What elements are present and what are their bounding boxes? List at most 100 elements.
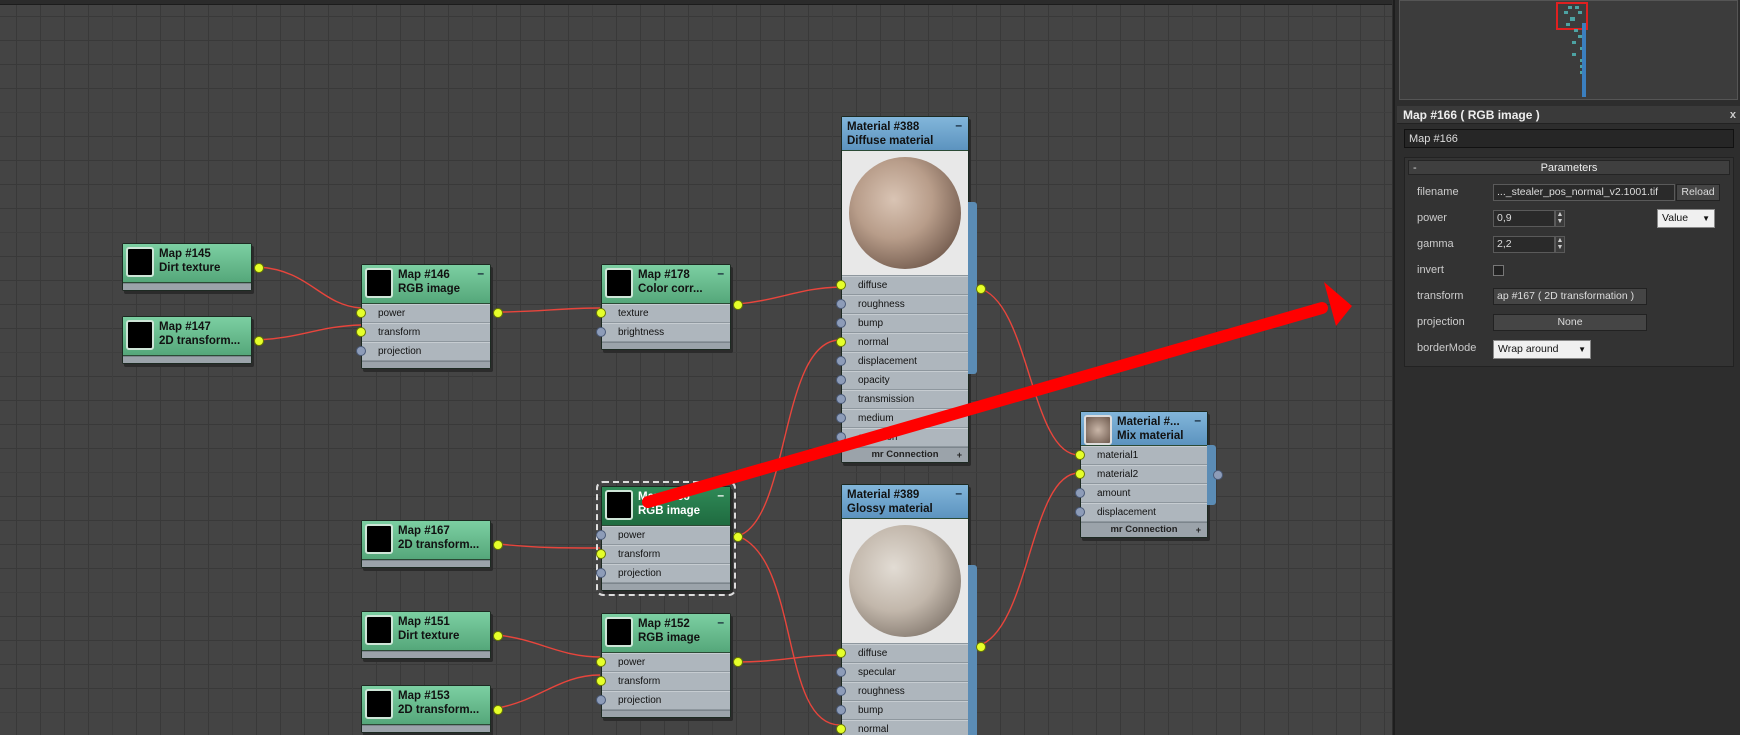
node-map-147[interactable]: Map #147 2D transform... [122, 316, 264, 364]
node-header[interactable]: Map #146 RGB image – [362, 265, 490, 304]
node-header[interactable]: Map #145 Dirt texture [123, 244, 251, 283]
output-socket[interactable] [493, 540, 503, 550]
node-header[interactable]: Map #151 Dirt texture [362, 612, 490, 651]
input-slot-transform[interactable]: transform [596, 672, 730, 691]
input-slot-normal[interactable]: normal [836, 720, 968, 735]
input-slot-power[interactable]: power [596, 526, 730, 545]
collapse-icon[interactable]: - [1413, 161, 1417, 176]
input-slot-diffuse[interactable]: diffuse [836, 644, 968, 663]
node-header[interactable]: Map #153 2D transform... [362, 686, 490, 725]
input-slot-brightness[interactable]: brightness [596, 323, 730, 342]
input-socket[interactable] [1075, 507, 1085, 517]
input-socket[interactable] [356, 327, 366, 337]
input-socket[interactable] [596, 308, 606, 318]
input-slot-roughness[interactable]: roughness [836, 682, 968, 701]
mr-connection-bar[interactable]: mr Connection + [842, 447, 968, 462]
input-socket[interactable] [596, 695, 606, 705]
collapse-button[interactable]: – [955, 118, 962, 132]
node-map-152[interactable]: Map #152 RGB image – power transform pro… [596, 613, 743, 718]
parameters-rollout-header[interactable]: - Parameters [1408, 160, 1730, 175]
input-slot-material1[interactable]: material1 [1075, 446, 1207, 465]
node-header[interactable]: Map #178 Color corr... – [602, 265, 730, 304]
input-slot-displacement[interactable]: displacement [1075, 503, 1207, 522]
projection-map-button[interactable]: None [1493, 314, 1647, 331]
bordermode-select[interactable]: Wrap around ▼ [1493, 340, 1591, 359]
collapse-button[interactable]: – [1194, 413, 1201, 427]
input-socket[interactable] [836, 413, 846, 423]
input-slot-bump[interactable]: bump [836, 314, 968, 333]
input-slot-texture[interactable]: texture [596, 304, 730, 323]
output-socket[interactable] [1213, 470, 1223, 480]
expand-icon[interactable]: + [1196, 523, 1201, 537]
input-slot-projection[interactable]: projection [596, 564, 730, 583]
invert-checkbox[interactable] [1493, 265, 1504, 276]
output-socket[interactable] [976, 284, 986, 294]
node-editor-canvas[interactable]: Map #145 Dirt texture Map #147 2D transf… [0, 0, 1392, 735]
input-socket[interactable] [836, 686, 846, 696]
node-map-178[interactable]: Map #178 Color corr... – texture brightn… [596, 264, 743, 350]
transform-map-button[interactable]: ap #167 ( 2D transformation ) [1493, 288, 1647, 305]
gamma-spinner[interactable]: ▲ ▼ [1555, 236, 1565, 253]
input-socket[interactable] [836, 318, 846, 328]
input-socket[interactable] [836, 724, 846, 734]
node-map-151[interactable]: Map #151 Dirt texture [361, 611, 503, 659]
node-header[interactable]: Map #166 RGB image – [602, 487, 730, 526]
node-mix-material[interactable]: Material #... Mix material – material1 m… [1075, 411, 1223, 538]
output-socket[interactable] [254, 263, 264, 273]
node-header[interactable]: Map #152 RGB image – [602, 614, 730, 653]
input-slot-amount[interactable]: amount [1075, 484, 1207, 503]
collapse-button[interactable]: – [717, 615, 724, 629]
input-slot-transform[interactable]: transform [596, 545, 730, 564]
input-socket[interactable] [836, 280, 846, 290]
input-slot-normal[interactable]: normal [836, 333, 968, 352]
input-socket[interactable] [596, 657, 606, 667]
expand-icon[interactable]: + [957, 448, 962, 462]
node-map-146[interactable]: Map #146 RGB image – power transform pro… [356, 264, 503, 369]
output-socket[interactable] [976, 642, 986, 652]
output-socket[interactable] [493, 631, 503, 641]
input-slot-opacity[interactable]: opacity [836, 371, 968, 390]
node-map-145[interactable]: Map #145 Dirt texture [122, 243, 264, 291]
filename-field[interactable]: ..._stealer_pos_normal_v2.1001.tif [1493, 184, 1675, 201]
input-slot-projection[interactable]: projection [596, 691, 730, 710]
input-socket[interactable] [596, 327, 606, 337]
input-slot-power[interactable]: power [596, 653, 730, 672]
input-socket[interactable] [596, 530, 606, 540]
input-socket[interactable] [356, 308, 366, 318]
input-slot-roughness[interactable]: roughness [836, 295, 968, 314]
input-socket[interactable] [1075, 488, 1085, 498]
reload-button[interactable]: Reload [1676, 184, 1720, 201]
input-socket[interactable] [596, 549, 606, 559]
input-socket[interactable] [1075, 450, 1085, 460]
output-socket[interactable] [733, 300, 743, 310]
input-slot-projection[interactable]: projection [356, 342, 490, 361]
input-socket[interactable] [836, 705, 846, 715]
node-map-167[interactable]: Map #167 2D transform... [361, 520, 503, 568]
input-slot-displacement[interactable]: displacement [836, 352, 968, 371]
node-map-166[interactable]: Map #166 RGB image – power transform pro… [596, 481, 743, 596]
collapse-button[interactable]: – [717, 488, 724, 502]
node-header[interactable]: Material #388 Diffuse material – [842, 117, 968, 151]
input-slot-medium[interactable]: medium [836, 409, 968, 428]
input-socket[interactable] [836, 337, 846, 347]
input-socket[interactable] [596, 568, 606, 578]
input-slot-emission[interactable]: emission [836, 428, 968, 447]
output-socket[interactable] [733, 532, 743, 542]
power-input[interactable]: 0,9 [1493, 210, 1555, 227]
collapse-button[interactable]: – [477, 266, 484, 280]
node-header[interactable]: Material #389 Glossy material – [842, 485, 968, 519]
input-socket[interactable] [836, 667, 846, 677]
input-socket[interactable] [836, 432, 846, 442]
input-socket[interactable] [836, 648, 846, 658]
node-header[interactable]: Material #... Mix material – [1081, 412, 1207, 446]
input-socket[interactable] [356, 346, 366, 356]
node-material-389[interactable]: Material #389 Glossy material – diffuse … [836, 484, 986, 735]
output-socket[interactable] [493, 705, 503, 715]
node-material-388[interactable]: Material #388 Diffuse material – diffuse… [836, 116, 986, 463]
navigator-minimap[interactable] [1399, 0, 1738, 100]
node-map-153[interactable]: Map #153 2D transform... [361, 685, 503, 733]
input-slot-bump[interactable]: bump [836, 701, 968, 720]
close-icon[interactable]: x [1730, 106, 1736, 124]
input-slot-transmission[interactable]: transmission [836, 390, 968, 409]
input-slot-transform[interactable]: transform [356, 323, 490, 342]
